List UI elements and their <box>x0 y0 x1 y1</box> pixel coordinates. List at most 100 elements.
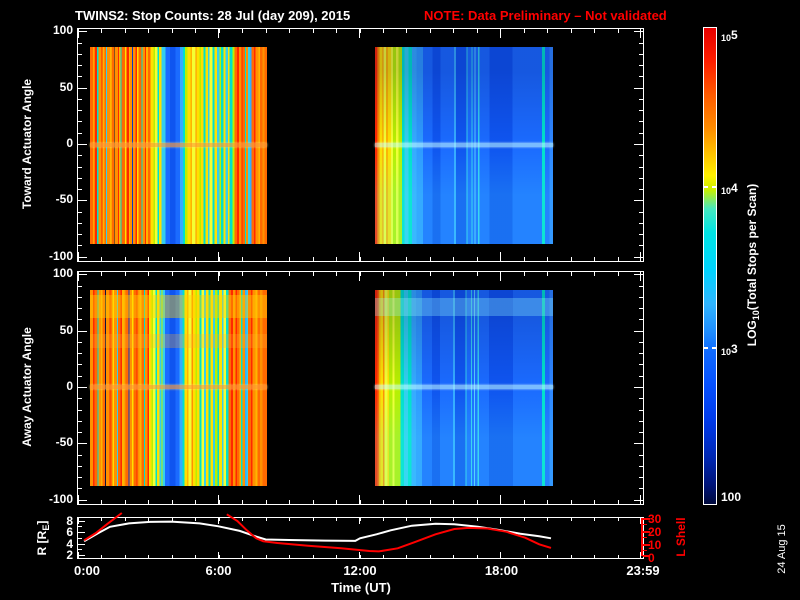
axis-tick <box>453 555 455 558</box>
axis-tick <box>78 477 82 479</box>
axis-tick <box>476 518 478 521</box>
axis-tick <box>639 245 643 247</box>
axis-tick <box>336 555 338 558</box>
axis-tick <box>359 518 361 521</box>
axis-tick <box>594 555 596 558</box>
axis-tick <box>382 29 384 33</box>
axis-tick <box>634 144 643 145</box>
axis-tick <box>594 272 596 276</box>
axis-tick <box>639 319 643 321</box>
axis-tick <box>476 555 478 558</box>
axis-tick <box>78 110 82 112</box>
x-tick-label: 12:00 <box>343 563 377 578</box>
axis-tick <box>218 555 220 558</box>
axis-tick <box>634 330 643 332</box>
axis-tick <box>289 272 291 276</box>
axis-tick <box>218 272 220 276</box>
axis-tick <box>78 166 82 168</box>
axis-tick <box>148 555 150 558</box>
axis-tick <box>634 274 643 276</box>
axis-tick <box>78 87 87 89</box>
axis-tick <box>570 555 572 558</box>
colorbar-label-1e3: 103 <box>721 342 738 357</box>
cyan-band-overlay <box>375 298 553 316</box>
axis-tick <box>639 308 643 310</box>
axis-tick <box>78 387 87 388</box>
axis-tick <box>101 555 103 558</box>
axis-tick <box>639 234 643 236</box>
l-shell-tick-label: 30 <box>648 512 662 526</box>
axis-tick <box>639 121 643 123</box>
axis-tick <box>639 222 643 224</box>
axis-tick <box>639 375 643 377</box>
axis-tick <box>570 518 572 521</box>
axis-tick <box>617 257 619 261</box>
axis-tick <box>634 31 643 33</box>
axis-tick <box>78 222 82 224</box>
axis-tick <box>594 29 596 33</box>
axis-tick <box>547 272 549 276</box>
axis-tick <box>78 53 82 55</box>
axis-tick <box>639 132 643 134</box>
axis-tick <box>634 387 643 388</box>
axis-tick <box>171 257 173 261</box>
y-tick-label: -50 <box>55 192 73 207</box>
axis-tick <box>429 555 431 558</box>
colorbar-label-1e4: 104 <box>721 181 738 196</box>
plot-title: TWINS2: Stop Counts: 28 Jul (day 209), 2… <box>75 8 351 23</box>
axis-tick <box>195 29 197 33</box>
y-tick-label: -100 <box>48 491 73 506</box>
axis-tick <box>406 518 408 521</box>
axis-tick <box>639 98 643 100</box>
axis-tick <box>453 500 455 504</box>
axis-tick <box>429 29 431 33</box>
axis-tick <box>639 353 643 355</box>
colorbar-tick <box>712 186 716 188</box>
axis-tick <box>218 500 220 504</box>
axis-tick <box>195 555 197 558</box>
axis-tick <box>639 296 643 298</box>
axis-tick <box>78 155 82 157</box>
axis-tick <box>547 500 549 504</box>
axis-tick <box>547 257 549 261</box>
axis-tick <box>78 256 87 258</box>
axis-tick <box>265 272 267 276</box>
axis-tick <box>336 500 338 504</box>
axis-tick <box>359 272 361 276</box>
axis-tick <box>429 272 431 276</box>
axis-tick <box>500 555 502 558</box>
axis-tick <box>78 330 87 332</box>
axis-tick <box>265 555 267 558</box>
axis-tick <box>617 500 619 504</box>
axis-tick <box>640 552 641 558</box>
colorbar-title: LOG10(Total Stops per Scan) <box>744 183 762 347</box>
heatmap-toward-morning <box>90 47 267 244</box>
axis-tick <box>639 465 643 467</box>
axis-tick <box>78 454 82 456</box>
axis-tick <box>242 29 244 33</box>
axis-tick <box>634 443 643 445</box>
colorbar-tick <box>712 347 716 349</box>
x-tick-label: 6:00 <box>205 563 232 578</box>
axis-tick <box>242 257 244 261</box>
axis-tick <box>78 200 87 202</box>
axis-tick <box>78 409 82 411</box>
axis-tick <box>639 177 643 179</box>
axis-tick <box>78 398 82 400</box>
axis-tick <box>78 488 82 490</box>
axis-tick <box>78 532 85 533</box>
axis-tick <box>639 477 643 479</box>
axis-tick <box>148 518 150 521</box>
y-tick-label: 100 <box>52 23 73 38</box>
axis-tick <box>289 257 291 261</box>
axis-tick <box>476 29 478 33</box>
axis-tick <box>78 144 87 145</box>
axis-tick <box>570 500 572 504</box>
zero-angle-stripe <box>375 385 553 389</box>
axis-tick <box>195 500 197 504</box>
axis-tick <box>124 500 126 504</box>
axis-tick <box>634 256 643 258</box>
axis-tick <box>382 518 384 521</box>
axis-tick <box>639 341 643 343</box>
axis-tick <box>78 296 82 298</box>
